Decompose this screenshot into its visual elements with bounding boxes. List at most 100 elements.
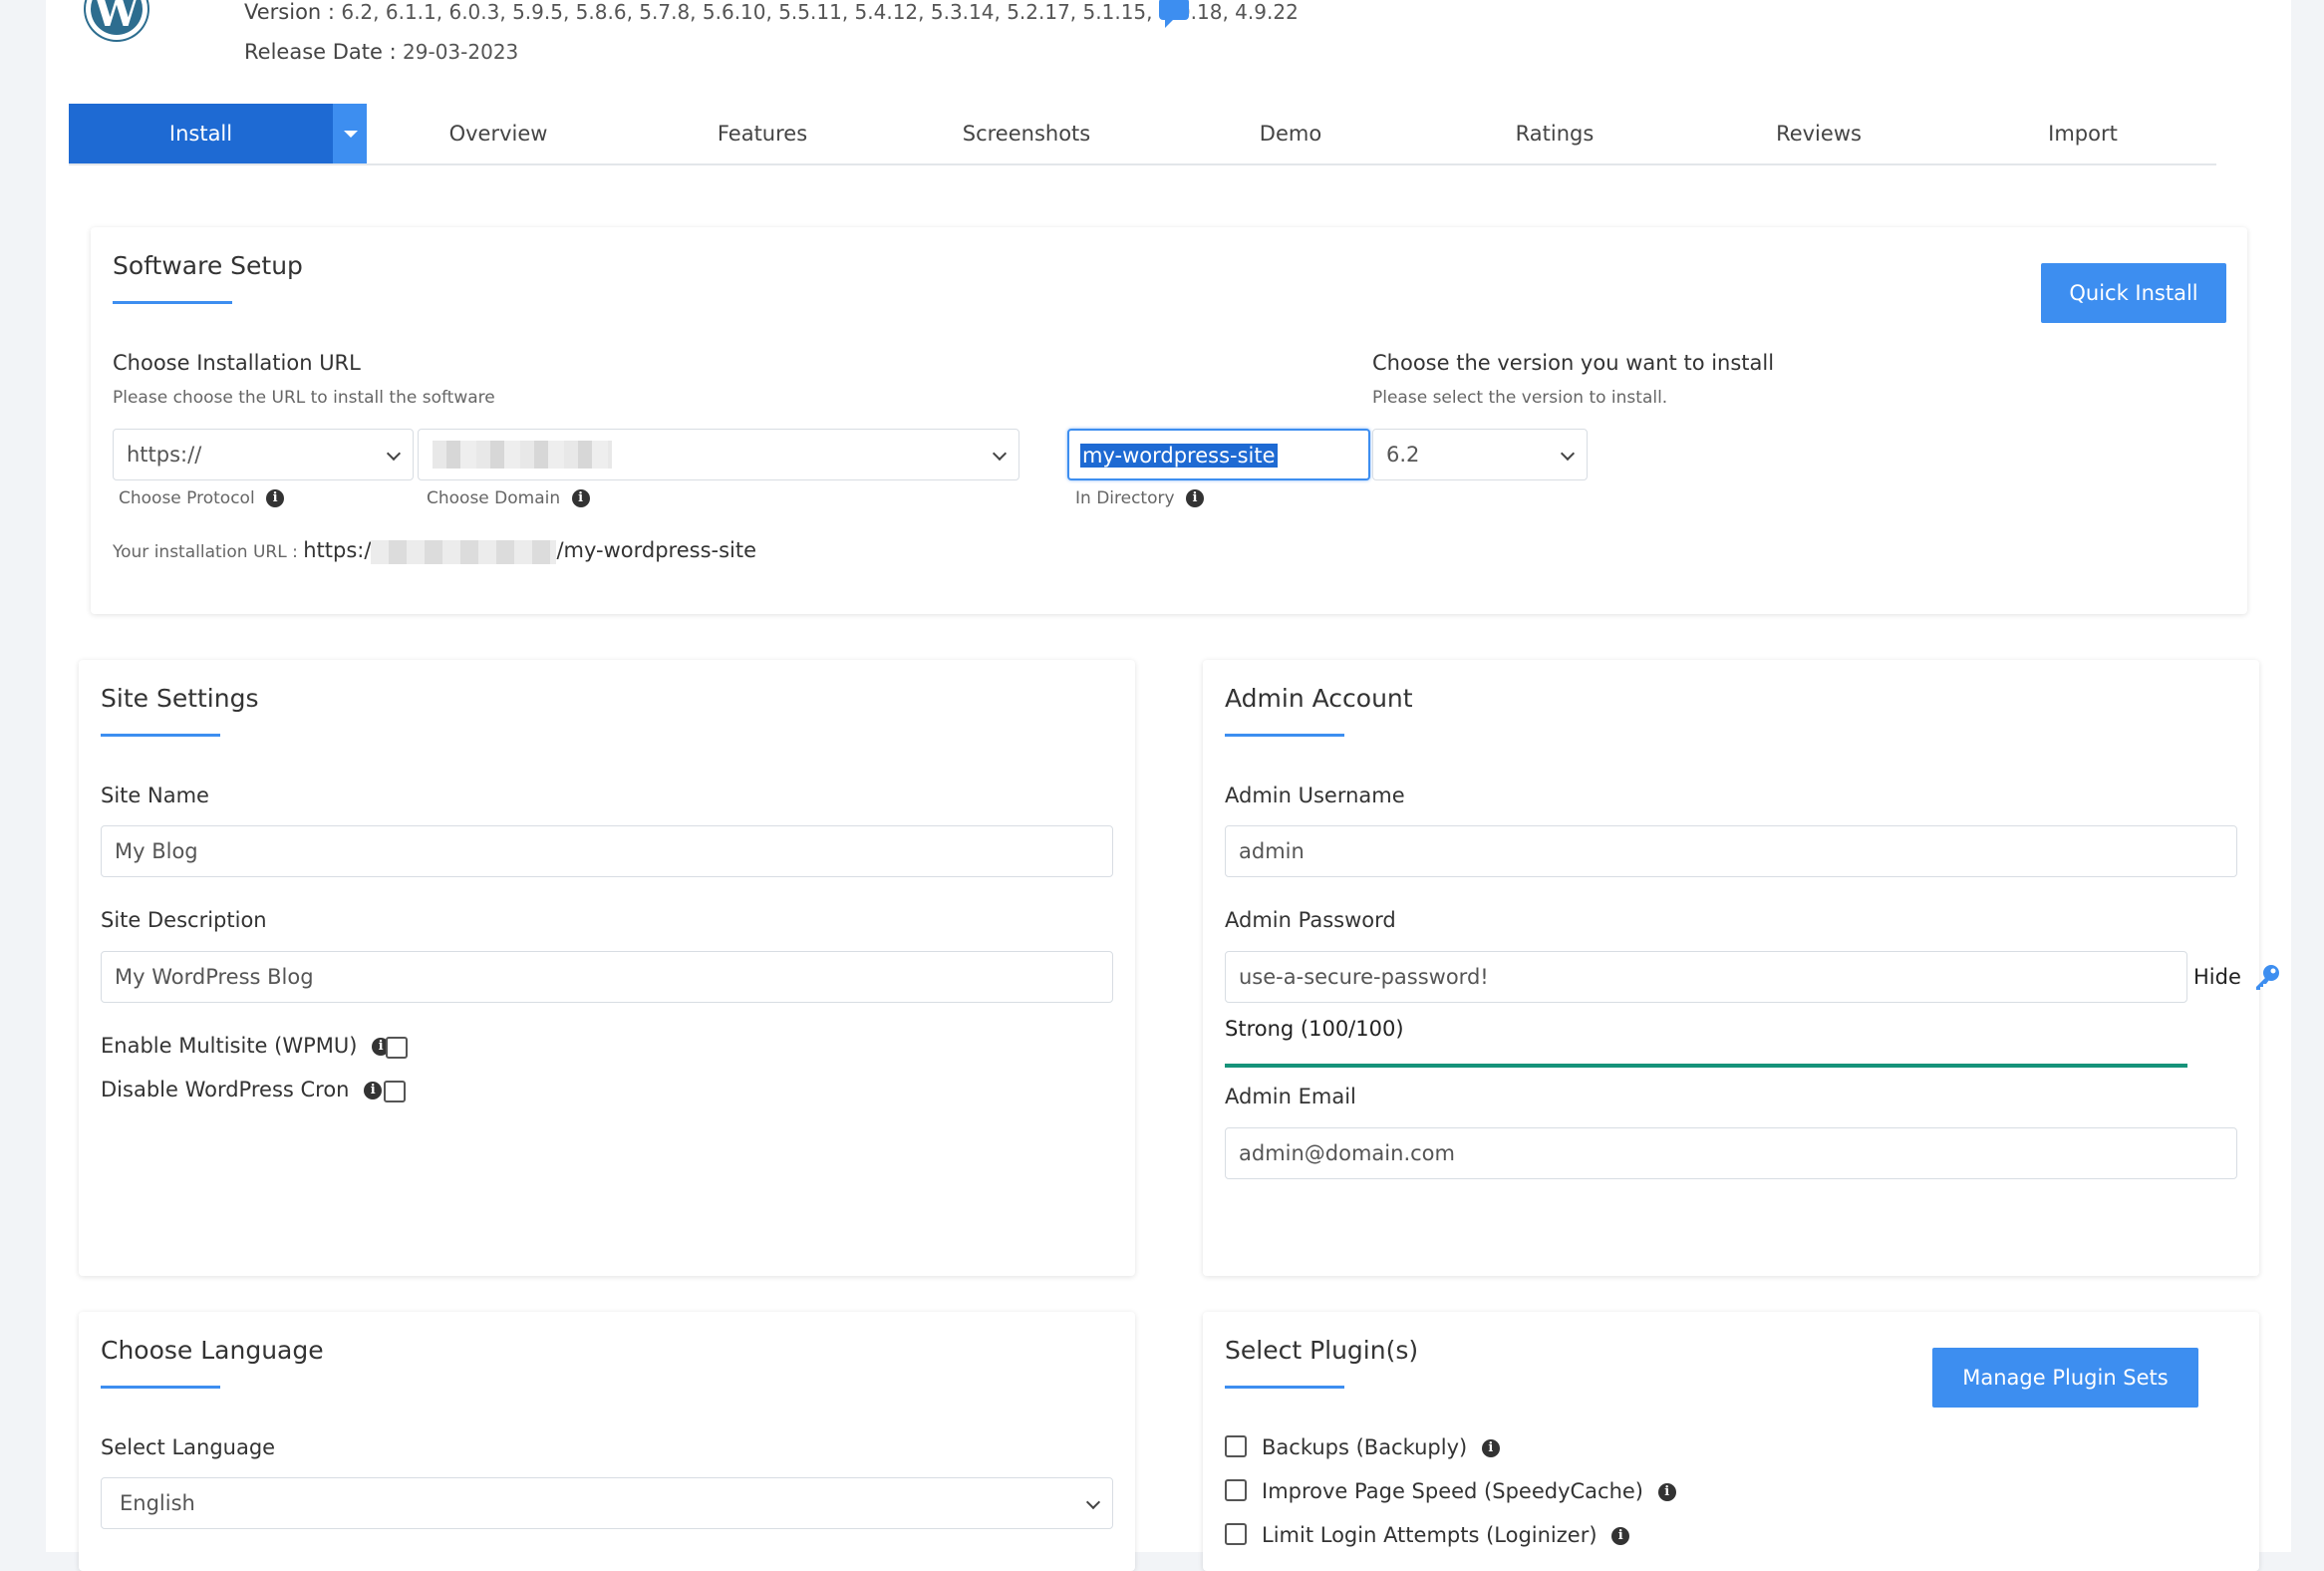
title-underline <box>101 734 220 737</box>
admin-email-label: Admin Email <box>1225 1085 1356 1108</box>
disable-cron-label-text: Disable WordPress Cron <box>101 1078 350 1101</box>
info-icon[interactable]: i <box>1611 1527 1630 1545</box>
release-label: Release Date : <box>244 40 397 64</box>
version-list: 6.2, 6.1.1, 6.0.3, 5.9.5, 5.8.6, 5.7.8, … <box>341 0 1299 24</box>
comment-icon[interactable] <box>1159 0 1189 28</box>
site-settings-card: Site Settings Site Name My Blog Site Des… <box>79 660 1135 1276</box>
title-underline <box>1225 734 1344 737</box>
admin-email-input[interactable]: admin@domain.com <box>1225 1127 2237 1179</box>
plugin-item-backuply: Backups (Backuply) i <box>1262 1435 1500 1459</box>
key-icon[interactable] <box>2253 963 2281 991</box>
site-description-input[interactable]: My WordPress Blog <box>101 951 1113 1003</box>
password-strength-bar <box>1225 1064 2187 1068</box>
directory-caption: In Directory i <box>1075 488 1204 508</box>
site-settings-title: Site Settings <box>101 684 259 713</box>
installation-url-preview: Your installation URL : https:/ /my-wordp… <box>113 534 756 568</box>
plugin-checkbox-speedycache[interactable] <box>1225 1479 1247 1501</box>
software-setup-card: Software Setup Quick Install Choose Inst… <box>91 227 2247 614</box>
tab-install[interactable]: Install <box>69 104 333 163</box>
tab-overview[interactable]: Overview <box>449 104 548 163</box>
info-icon[interactable]: i <box>1657 1483 1676 1501</box>
tab-features[interactable]: Features <box>718 104 807 163</box>
info-icon[interactable]: i <box>364 1082 383 1100</box>
language-card: Choose Language Select Language English <box>79 1312 1135 1571</box>
version-line: Version : 6.2, 6.1.1, 6.0.3, 5.9.5, 5.8.… <box>244 0 1299 24</box>
site-name-label: Site Name <box>101 784 209 807</box>
info-icon[interactable]: i <box>1481 1439 1500 1457</box>
plugin-item-loginizer: Limit Login Attempts (Loginizer) i <box>1262 1523 1630 1547</box>
multisite-label-text: Enable Multisite (WPMU) <box>101 1034 358 1058</box>
protocol-caption: Choose Protocol i <box>119 488 285 508</box>
admin-username-value: admin <box>1239 839 1305 863</box>
plugins-title: Select Plugin(s) <box>1225 1336 1419 1365</box>
domain-caption-text: Choose Domain <box>427 488 561 508</box>
install-dropdown-chevron-icon[interactable] <box>333 104 367 163</box>
protocol-value: https:// <box>127 443 202 467</box>
hide-password-toggle[interactable]: Hide <box>2193 965 2241 989</box>
directory-input[interactable]: my-wordpress-site <box>1067 429 1370 480</box>
admin-account-card: Admin Account Admin Username admin Admin… <box>1203 660 2279 1276</box>
site-name-input[interactable]: My Blog <box>101 825 1113 877</box>
tab-reviews[interactable]: Reviews <box>1776 104 1862 163</box>
language-select[interactable]: English <box>101 1477 1113 1529</box>
wordpress-logo-icon: W <box>86 0 147 40</box>
plugins-card: Select Plugin(s) Manage Plugin Sets Back… <box>1203 1312 2259 1571</box>
install-url-suffix: /my-wordpress-site <box>556 538 757 562</box>
language-title: Choose Language <box>101 1336 324 1365</box>
admin-email-value: admin@domain.com <box>1239 1141 1455 1165</box>
redacted-domain <box>371 540 557 564</box>
admin-password-value: use-a-secure-password! <box>1239 965 1489 989</box>
site-name-value: My Blog <box>115 839 198 863</box>
admin-password-label: Admin Password <box>1225 908 1396 932</box>
tab-demo[interactable]: Demo <box>1260 104 1321 163</box>
manage-plugin-sets-button[interactable]: Manage Plugin Sets <box>1932 1348 2198 1408</box>
password-strength-label: Strong (100/100) <box>1225 1017 1404 1041</box>
site-description-value: My WordPress Blog <box>115 965 314 989</box>
multisite-label: Enable Multisite (WPMU) i <box>101 1034 391 1058</box>
tab-ratings[interactable]: Ratings <box>1516 104 1595 163</box>
version-label: Version : <box>244 0 335 24</box>
tab-import[interactable]: Import <box>2048 104 2118 163</box>
title-underline <box>113 301 232 304</box>
installation-url-hint: Please choose the URL to install the sof… <box>113 388 495 408</box>
admin-username-label: Admin Username <box>1225 784 1405 807</box>
multisite-checkbox[interactable] <box>386 1037 408 1059</box>
admin-password-input[interactable]: use-a-secure-password! <box>1225 951 2187 1003</box>
install-url-label: Your installation URL : <box>113 542 298 562</box>
page: W Version : 6.2, 6.1.1, 6.0.3, 5.9.5, 5.… <box>46 0 2291 1571</box>
info-icon[interactable]: i <box>571 489 590 507</box>
tab-screenshots[interactable]: Screenshots <box>963 104 1090 163</box>
release-line: Release Date : 29-03-2023 <box>244 40 518 64</box>
plugin-label: Backups (Backuply) <box>1262 1435 1468 1459</box>
protocol-select[interactable]: https:// <box>113 429 414 480</box>
install-url-prefix: https:/ <box>303 538 372 562</box>
plugin-label: Improve Page Speed (SpeedyCache) <box>1262 1479 1643 1503</box>
version-value: 6.2 <box>1386 443 1420 467</box>
plugin-checkbox-backuply[interactable] <box>1225 1435 1247 1457</box>
version-select-hint: Please select the version to install. <box>1372 388 1668 408</box>
quick-install-button[interactable]: Quick Install <box>2041 263 2226 323</box>
redacted-domain <box>433 441 612 469</box>
title-underline <box>101 1386 220 1389</box>
directory-value: my-wordpress-site <box>1080 444 1278 468</box>
domain-select[interactable] <box>418 429 1019 480</box>
version-select[interactable]: 6.2 <box>1372 429 1588 480</box>
info-icon[interactable]: i <box>266 489 285 507</box>
admin-account-title: Admin Account <box>1225 684 1413 713</box>
tab-bar: Install Overview Features Screenshots De… <box>69 104 2216 165</box>
version-select-label: Choose the version you want to install <box>1372 351 1775 375</box>
language-value: English <box>120 1491 195 1515</box>
disable-cron-checkbox[interactable] <box>384 1081 406 1102</box>
disable-cron-label: Disable WordPress Cron i <box>101 1078 383 1101</box>
plugin-checkbox-loginizer[interactable] <box>1225 1523 1247 1545</box>
select-language-label: Select Language <box>101 1435 276 1459</box>
info-icon[interactable]: i <box>1185 489 1204 507</box>
directory-caption-text: In Directory <box>1075 488 1175 508</box>
release-date: 29-03-2023 <box>403 40 519 64</box>
installation-url-label: Choose Installation URL <box>113 351 361 375</box>
title-underline <box>1225 1386 1344 1389</box>
admin-username-input[interactable]: admin <box>1225 825 2237 877</box>
protocol-caption-text: Choose Protocol <box>119 488 255 508</box>
site-description-label: Site Description <box>101 908 267 932</box>
domain-caption: Choose Domain i <box>427 488 590 508</box>
